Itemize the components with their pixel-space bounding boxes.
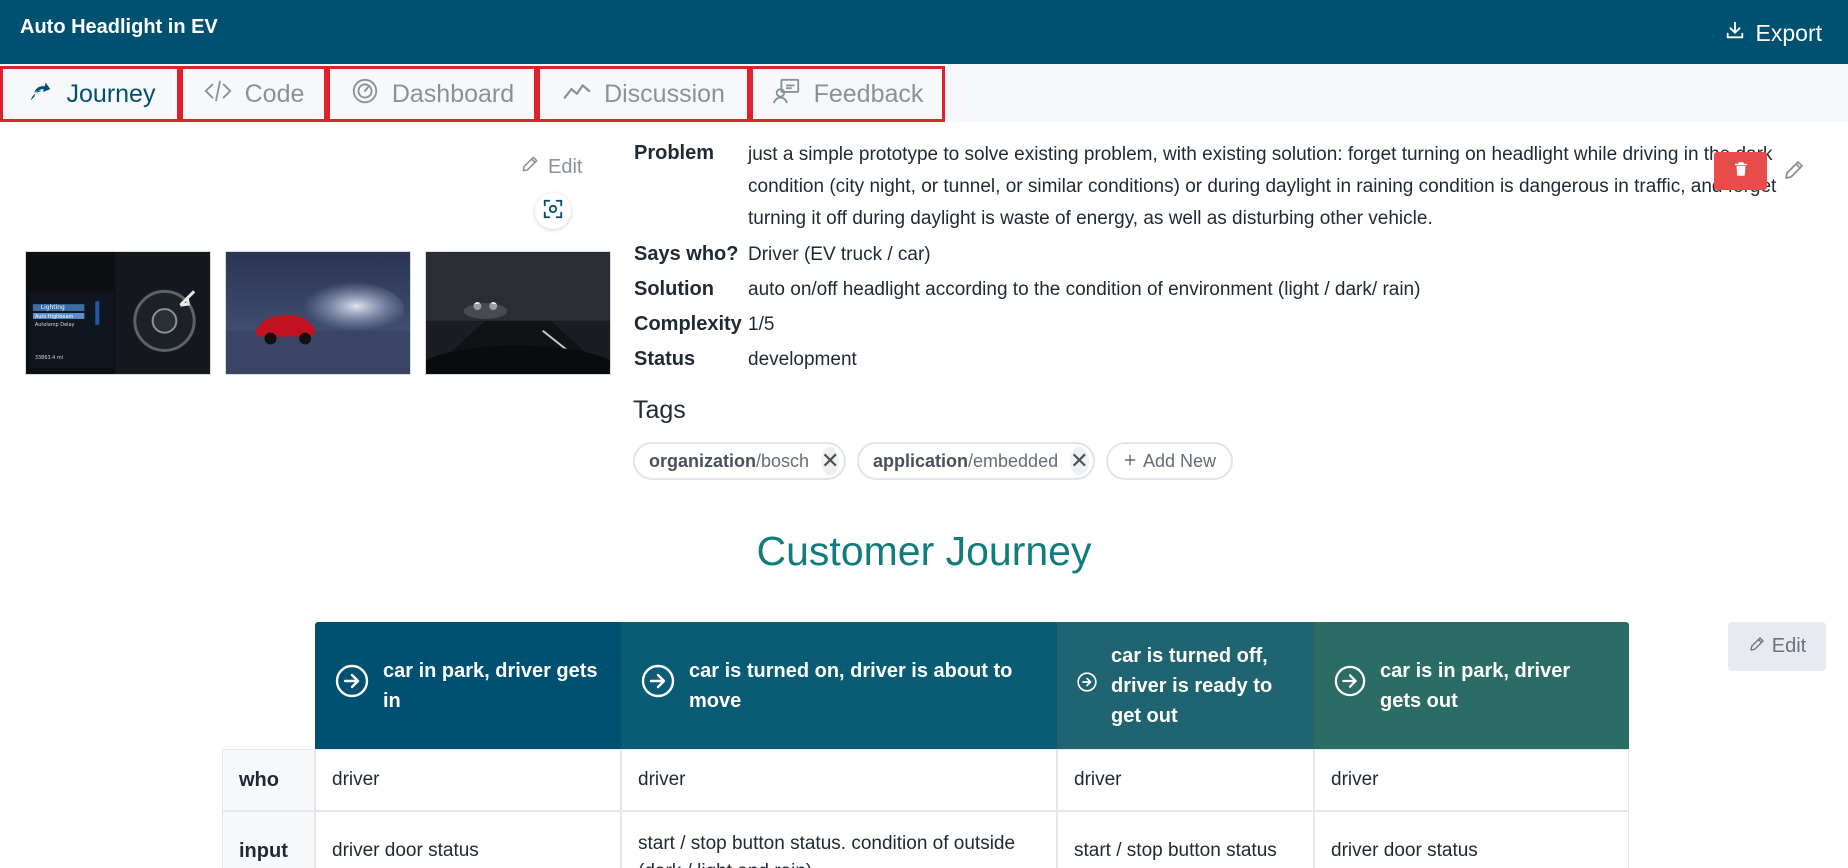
image-odometer: 33863.4 mi — [35, 355, 63, 361]
add-new-label: Add New — [1142, 450, 1217, 471]
arrow-circle-icon — [1334, 665, 1366, 706]
complexity-value: 1/5 — [748, 314, 775, 335]
tab-label: Dashboard — [391, 79, 515, 108]
edit-label: Edit — [548, 155, 583, 178]
pencil-icon — [520, 154, 540, 180]
solution-value: auto on/off headlight according to the c… — [748, 279, 1421, 300]
arrow-circle-icon — [335, 664, 369, 707]
tab-discussion[interactable]: Discussion — [537, 66, 750, 122]
pencil-icon — [1748, 635, 1766, 659]
image-menu-item-1: Auto Highbeam — [35, 314, 74, 320]
tab-journey[interactable]: Journey — [0, 66, 180, 122]
plus-icon — [1123, 451, 1137, 472]
code-icon — [203, 76, 233, 113]
gallery-edit-button[interactable]: Edit — [520, 154, 582, 180]
fullscreen-button[interactable] — [535, 193, 571, 229]
status-value: development — [748, 349, 857, 370]
customer-journey-heading: Customer Journey — [756, 528, 1092, 574]
table-cell: start / stop button status. condition of… — [621, 811, 1057, 868]
complexity-label: Complexity — [634, 313, 742, 335]
arrow-circle-icon — [1077, 671, 1097, 701]
journey-stage: car is turned on, driver is about to mov… — [621, 622, 1057, 749]
edit-label: Edit — [1771, 635, 1807, 657]
arrow-circle-icon — [641, 664, 675, 707]
tab-label: Journey — [66, 79, 156, 108]
discussion-icon — [562, 76, 592, 113]
journey-stage: car in park, driver gets in — [315, 622, 621, 749]
tab-label: Code — [244, 79, 305, 108]
tag-key: application — [873, 450, 969, 471]
tab-dashboard[interactable]: Dashboard — [327, 66, 537, 122]
stage-label: car is turned off, driver is ready to ge… — [1111, 644, 1273, 727]
row-label-who: who — [222, 749, 315, 811]
journey-stage: car is turned off, driver is ready to ge… — [1057, 622, 1314, 749]
focus-icon — [542, 198, 564, 225]
table-cell: driver — [315, 749, 621, 811]
table-cell: driver door status — [315, 811, 621, 868]
tag-value: /bosch — [756, 450, 810, 471]
tag-key: organization — [649, 450, 756, 471]
tab-label: Feedback — [813, 79, 924, 108]
stage-label: car is turned on, driver is about to mov… — [689, 659, 1013, 712]
image-menu-item-2: Autolamp Delay — [35, 322, 75, 328]
says-who-label: Says who? — [634, 243, 739, 265]
red-car-headlights-night-image[interactable] — [225, 251, 411, 375]
dashboard-icon — [350, 76, 380, 113]
problem-label: Problem — [634, 142, 715, 164]
app-header: Auto Headlight in EV Export — [0, 0, 1848, 64]
feedback-icon — [772, 76, 802, 113]
status-label: Status — [634, 348, 696, 370]
tags-heading: Tags — [633, 396, 686, 424]
table-cell: driver — [1314, 749, 1629, 811]
stage-label: car in park, driver gets in — [383, 659, 598, 712]
export-label: Export — [1755, 19, 1822, 46]
journey-stage: car is in park, driver gets out — [1314, 622, 1629, 749]
trash-icon — [1732, 160, 1750, 183]
tag-chip: organization/bosch ✕ — [633, 442, 846, 480]
tag-chip: application/embedded ✕ — [857, 442, 1095, 480]
table-cell: driver — [1057, 749, 1314, 811]
tab-code[interactable]: Code — [180, 66, 327, 122]
close-icon[interactable]: ✕ — [1070, 447, 1089, 475]
table-cell: driver — [621, 749, 1057, 811]
dashboard-lighting-menu-image[interactable]: Lighting Auto Highbeam Autolamp Delay 33… — [25, 251, 211, 375]
page-title: Auto Headlight in EV — [20, 16, 218, 38]
pencil-icon — [1782, 161, 1806, 186]
tab-feedback[interactable]: Feedback — [750, 66, 945, 122]
close-icon[interactable]: ✕ — [821, 447, 840, 475]
stage-label: car is in park, driver gets out — [1380, 659, 1571, 712]
table-cell: driver door status — [1314, 811, 1629, 868]
export-button[interactable]: Export — [1724, 19, 1822, 47]
journey-edit-button[interactable]: Edit — [1728, 622, 1826, 671]
problem-value: just a simple prototype to solve existin… — [748, 144, 1777, 229]
tab-label: Discussion — [604, 79, 725, 108]
add-tag-button[interactable]: Add New — [1106, 442, 1233, 480]
download-icon — [1724, 19, 1746, 47]
table-cell: start / stop button status — [1057, 811, 1314, 868]
journey-icon — [25, 76, 55, 113]
says-who-value: Driver (EV truck / car) — [748, 244, 931, 265]
row-label-input: input — [222, 811, 315, 868]
car-headlights-dark-road-image[interactable] — [425, 251, 611, 375]
tag-value: /embedded — [968, 450, 1059, 471]
image-menu-title: Lighting — [41, 305, 65, 311]
edit-info-button[interactable] — [1782, 158, 1806, 182]
delete-button[interactable] — [1714, 152, 1767, 190]
solution-label: Solution — [634, 278, 714, 300]
